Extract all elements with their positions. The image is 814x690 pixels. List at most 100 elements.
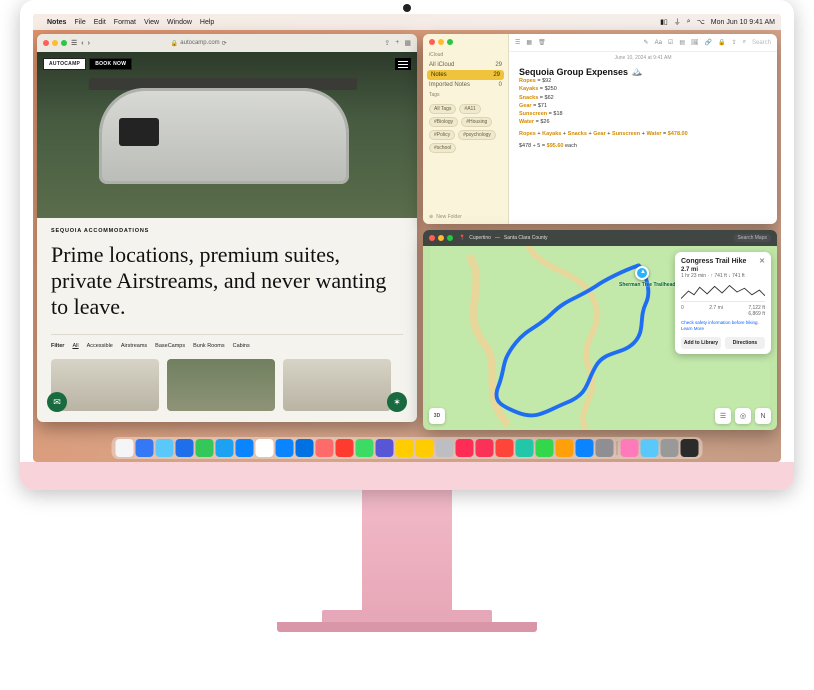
menubar-datetime[interactable]: Mon Jun 10 9:41 AM: [711, 19, 775, 26]
table-icon[interactable]: ▤: [679, 39, 685, 46]
dock-app-icon[interactable]: [496, 439, 514, 457]
dock-app-icon[interactable]: [216, 439, 234, 457]
tabs-icon[interactable]: ▦: [404, 39, 411, 47]
chat-fab-icon[interactable]: ✉: [47, 392, 67, 412]
menubar-window[interactable]: Window: [167, 19, 192, 26]
close-panel-icon[interactable]: ✕: [759, 257, 765, 265]
search-input[interactable]: Search: [752, 40, 771, 46]
directions-button[interactable]: Directions: [725, 337, 765, 349]
zoom-button[interactable]: [61, 40, 67, 46]
zoom-button[interactable]: [447, 235, 453, 241]
add-to-library-button[interactable]: Add to Library: [681, 337, 721, 349]
menubar-format[interactable]: Format: [114, 19, 136, 26]
accessibility-fab-icon[interactable]: ✶: [387, 392, 407, 412]
close-button[interactable]: [429, 235, 435, 241]
delete-icon[interactable]: 🗑: [538, 39, 546, 46]
close-button[interactable]: [43, 40, 49, 46]
tag-item[interactable]: #school: [429, 143, 456, 153]
tag-item[interactable]: #Policy: [429, 130, 455, 140]
dock-app-icon[interactable]: [316, 439, 334, 457]
minimize-button[interactable]: [438, 39, 444, 45]
safari-address-bar[interactable]: 🔒 autocamp.com ⟳: [171, 40, 227, 47]
dock-app-icon[interactable]: [641, 439, 659, 457]
dock-app-icon[interactable]: [436, 439, 454, 457]
dock-app-icon[interactable]: [681, 439, 699, 457]
dock-app-icon[interactable]: [396, 439, 414, 457]
nav-fwd-icon[interactable]: ›: [88, 40, 90, 47]
filter-cabins[interactable]: Cabins: [233, 343, 250, 349]
compose-icon[interactable]: ✎: [644, 39, 649, 46]
dock-app-icon[interactable]: [576, 439, 594, 457]
card-item[interactable]: [283, 359, 391, 411]
map-pin-trailhead[interactable]: [635, 266, 649, 280]
menubar-app-name[interactable]: Notes: [47, 19, 66, 26]
tag-item[interactable]: #psychology: [458, 130, 496, 140]
tag-item[interactable]: All Tags: [429, 104, 456, 114]
format-icon[interactable]: Aa: [655, 40, 662, 46]
menubar-help[interactable]: Help: [200, 19, 214, 26]
panel-learn-more-link[interactable]: Learn More: [681, 326, 765, 332]
new-tab-icon[interactable]: +: [395, 39, 399, 47]
sidebar-item-imported[interactable]: Imported Notes 0: [423, 80, 508, 90]
book-now-button[interactable]: BOOK NOW: [89, 58, 132, 70]
dock-app-icon[interactable]: [536, 439, 554, 457]
reload-icon[interactable]: ⟳: [222, 40, 227, 47]
card-item[interactable]: [51, 359, 159, 411]
sidebar-toggle-icon[interactable]: ☰: [71, 39, 77, 47]
dock-app-icon[interactable]: [516, 439, 534, 457]
dock-app-icon[interactable]: [176, 439, 194, 457]
control-center-icon[interactable]: ⌥: [697, 18, 705, 26]
dock-app-icon[interactable]: [276, 439, 294, 457]
dock-app-icon[interactable]: [256, 439, 274, 457]
filter-accessible[interactable]: Accessible: [87, 343, 113, 349]
dock-app-icon[interactable]: [196, 439, 214, 457]
note-content[interactable]: Sequoia Group Expenses🏔️ Ropes = $92 Kay…: [509, 64, 777, 152]
dock-app-icon[interactable]: [296, 439, 314, 457]
dock-app-icon[interactable]: [416, 439, 434, 457]
maps-breadcrumb[interactable]: 📍 Cupertino—Santa Clara County: [459, 235, 548, 241]
lock-icon[interactable]: 🔒: [718, 39, 725, 46]
card-item[interactable]: [167, 359, 275, 411]
sidebar-item-all-icloud[interactable]: All iCloud 29: [423, 60, 508, 70]
media-icon[interactable]: 🖼: [691, 39, 699, 46]
menubar-edit[interactable]: Edit: [94, 19, 106, 26]
share-icon[interactable]: ⇪: [732, 39, 737, 46]
dock-app-icon[interactable]: [116, 439, 134, 457]
dock-app-icon[interactable]: [236, 439, 254, 457]
map-layers-icon[interactable]: ☰: [715, 408, 731, 424]
zoom-button[interactable]: [447, 39, 453, 45]
nav-back-icon[interactable]: ‹: [81, 40, 83, 47]
map-locate-icon[interactable]: ◎: [735, 408, 751, 424]
wifi-icon[interactable]: ⏚: [674, 17, 681, 27]
hamburger-icon[interactable]: [395, 58, 411, 70]
dock-app-icon[interactable]: [136, 439, 154, 457]
dock-app-icon[interactable]: [556, 439, 574, 457]
link-icon[interactable]: 🔗: [705, 39, 712, 46]
sidebar-item-notes[interactable]: Notes 29: [427, 70, 504, 80]
dock-app-icon[interactable]: [336, 439, 354, 457]
minimize-button[interactable]: [52, 40, 58, 46]
dock-app-icon[interactable]: [476, 439, 494, 457]
new-folder-button[interactable]: ⊕ New Folder: [423, 210, 508, 224]
tag-item[interactable]: #Biology: [429, 117, 458, 127]
filter-all[interactable]: All: [72, 343, 78, 349]
tag-item[interactable]: #A11: [459, 104, 480, 114]
list-view-icon[interactable]: ☰: [515, 39, 520, 46]
checklist-icon[interactable]: ☑: [668, 39, 673, 46]
maps-search-input[interactable]: Search Maps: [734, 234, 771, 242]
dock-app-icon[interactable]: [456, 439, 474, 457]
map-compass-icon[interactable]: N: [755, 408, 771, 424]
menubar-file[interactable]: File: [74, 19, 85, 26]
share-icon[interactable]: ⇪: [384, 39, 390, 47]
gallery-view-icon[interactable]: ▦: [526, 39, 532, 46]
search-icon[interactable]: ⌕: [687, 18, 691, 26]
filter-bunkrooms[interactable]: Bunk Rooms: [193, 343, 225, 349]
minimize-button[interactable]: [438, 235, 444, 241]
battery-icon[interactable]: ▮▯: [660, 18, 668, 26]
tag-item[interactable]: #Housing: [461, 117, 492, 127]
filter-basecamps[interactable]: BaseCamps: [155, 343, 185, 349]
dock-app-icon[interactable]: [596, 439, 614, 457]
dock-app-icon[interactable]: [661, 439, 679, 457]
dock-app-icon[interactable]: [156, 439, 174, 457]
map-3d-toggle[interactable]: 3D: [429, 408, 445, 424]
